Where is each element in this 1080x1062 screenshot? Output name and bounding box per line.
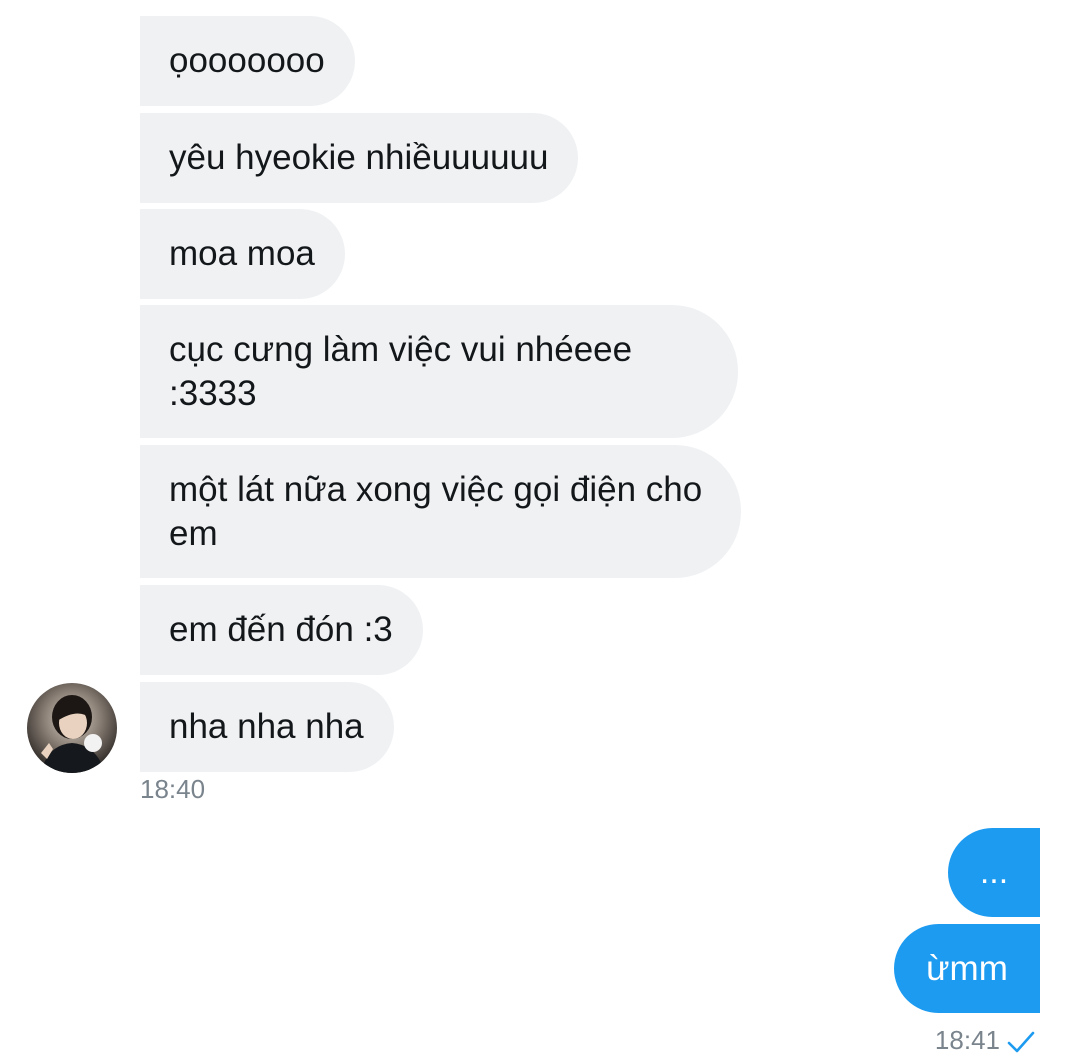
- incoming-message[interactable]: moa moa: [140, 209, 345, 299]
- incoming-message[interactable]: ọooooooo: [140, 16, 355, 106]
- message-timestamp: 18:41: [934, 1025, 1000, 1055]
- incoming-message[interactable]: em đến đón :3: [140, 585, 423, 675]
- incoming-message[interactable]: một lát nữa xong việc gọi điện cho em: [140, 445, 741, 578]
- avatar-photo: [41, 695, 105, 773]
- incoming-message[interactable]: yêu hyeokie nhiềuuuuuu: [140, 113, 579, 203]
- check-icon: [1007, 1031, 1035, 1053]
- outgoing-message[interactable]: ừmm: [894, 924, 1040, 1013]
- message-timestamp: 18:40: [140, 774, 206, 804]
- incoming-message[interactable]: cục cưng làm việc vui nhéeee :3333: [140, 305, 738, 438]
- outgoing-message[interactable]: ...: [948, 828, 1040, 917]
- avatar[interactable]: [27, 683, 117, 773]
- incoming-message[interactable]: nha nha nha: [140, 682, 394, 772]
